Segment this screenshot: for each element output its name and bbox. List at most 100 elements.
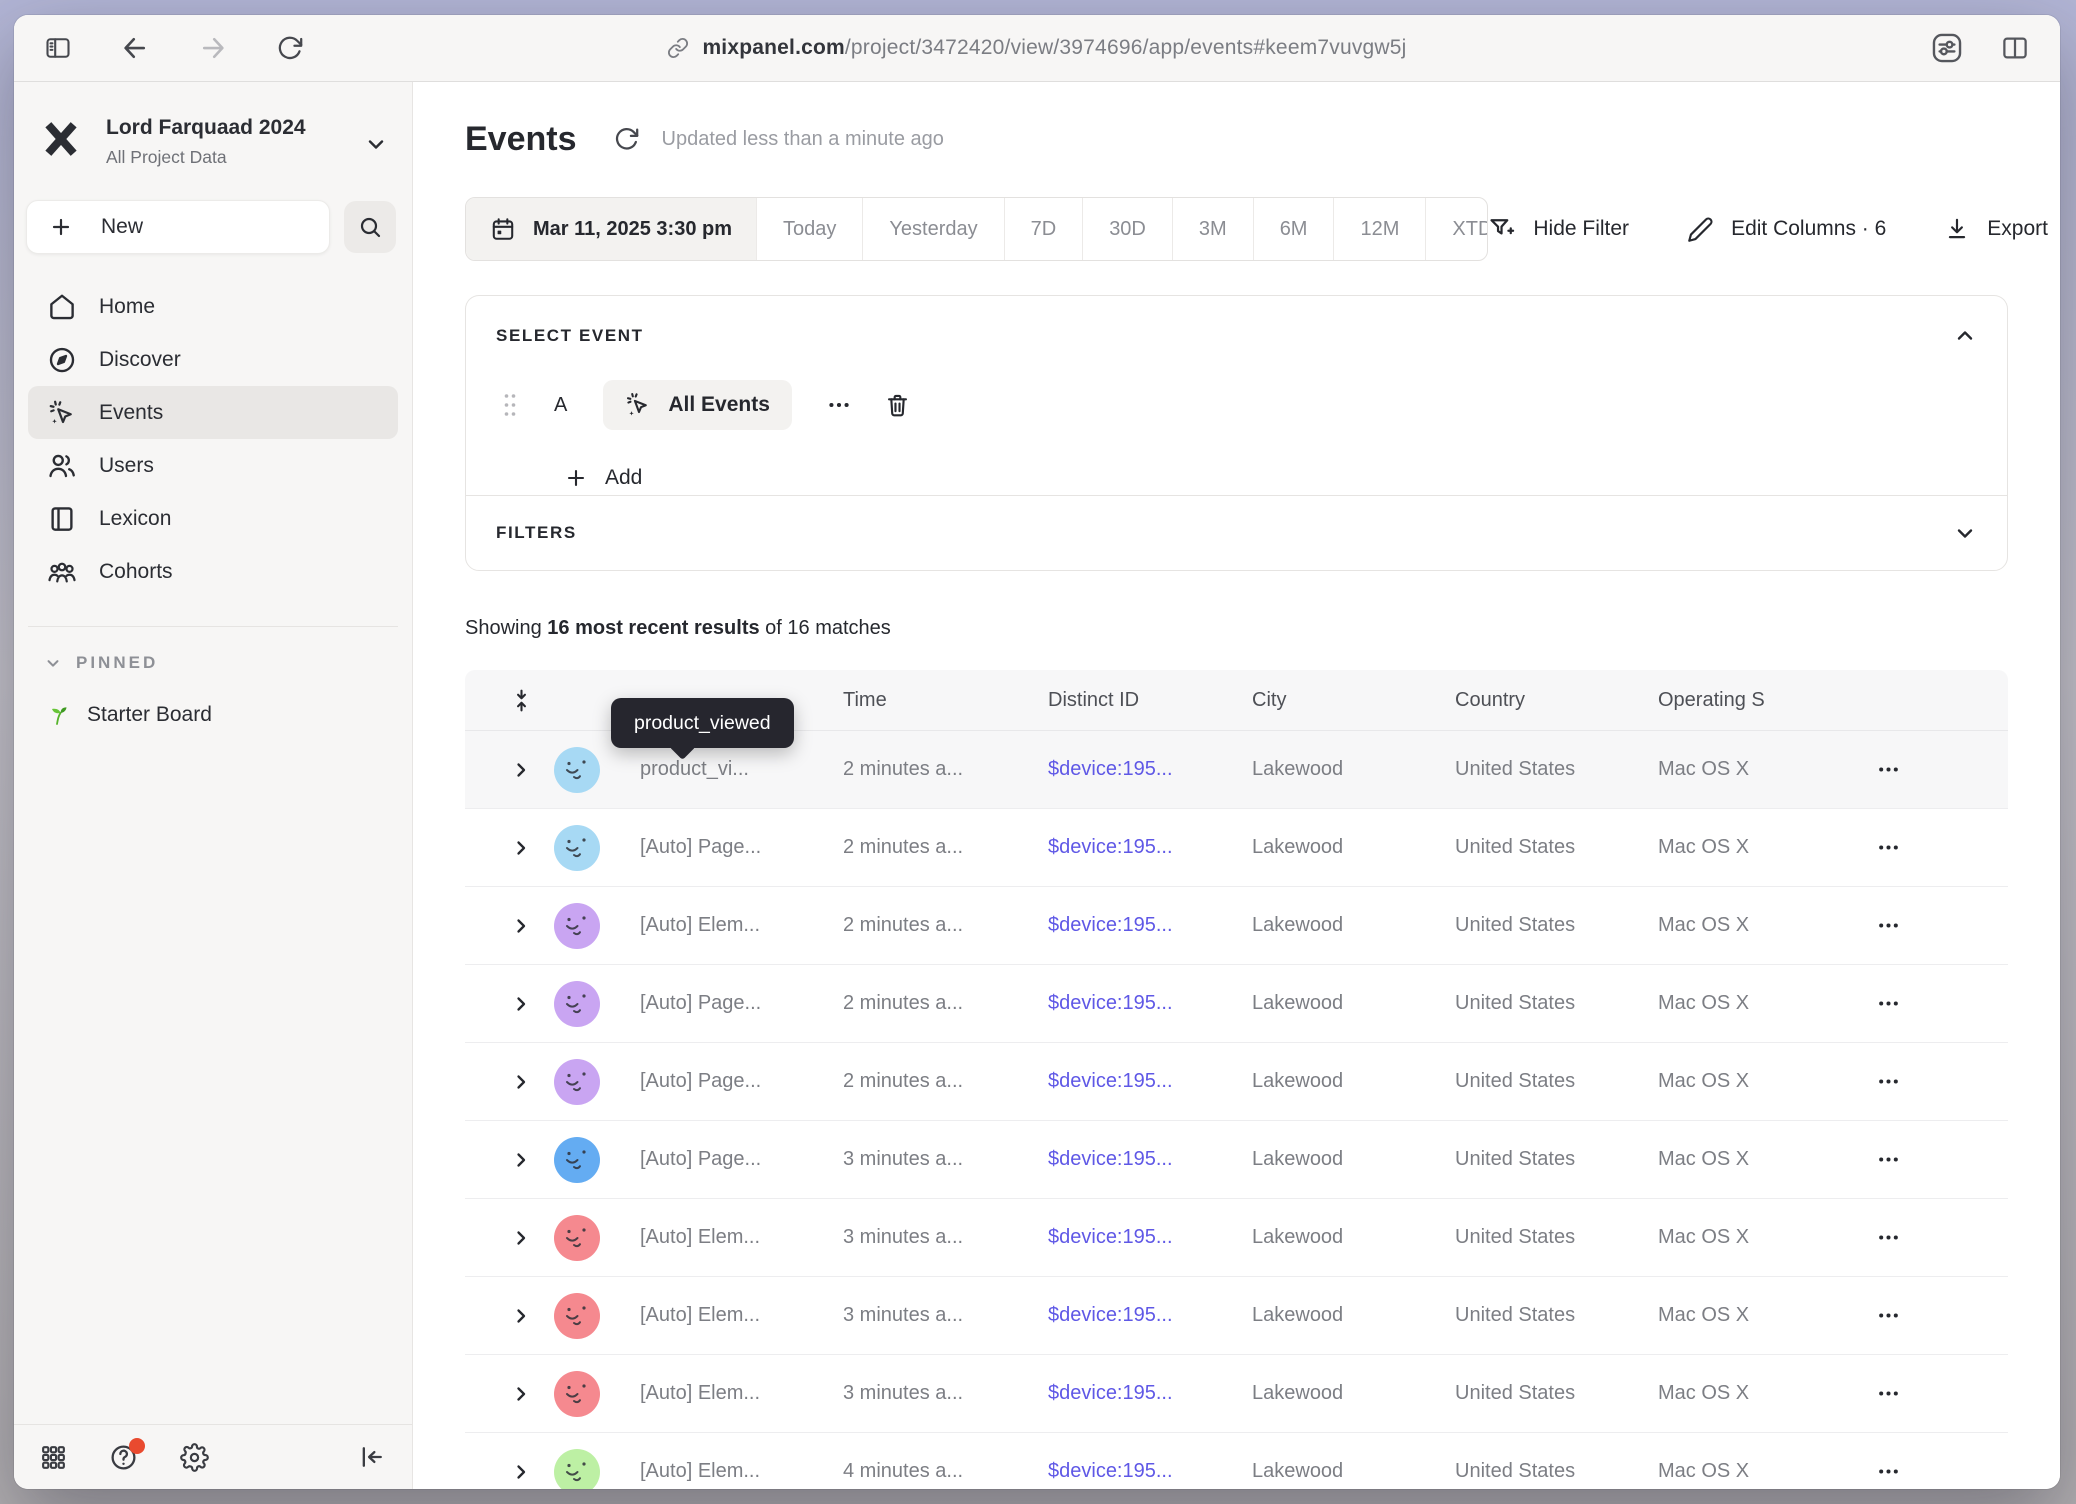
row-expander-icon[interactable] bbox=[465, 992, 535, 1016]
split-view-icon[interactable] bbox=[2000, 33, 2030, 63]
row-expander-icon[interactable] bbox=[465, 758, 535, 782]
distinct-id-link[interactable]: $device:195... bbox=[1048, 1148, 1252, 1171]
new-button[interactable]: New bbox=[26, 200, 330, 254]
row-expander-icon[interactable] bbox=[465, 914, 535, 938]
distinct-id-link[interactable]: $device:195... bbox=[1048, 914, 1252, 937]
hide-filter-button[interactable]: Hide Filter bbox=[1488, 215, 1629, 243]
row-actions-button[interactable] bbox=[1865, 1458, 2008, 1485]
range-today[interactable]: Today bbox=[756, 198, 862, 260]
filters-panel[interactable]: FILTERS bbox=[465, 495, 2008, 571]
event-time: 2 minutes a... bbox=[843, 836, 1048, 859]
row-actions-button[interactable] bbox=[1865, 1224, 2008, 1251]
range-30d[interactable]: 30D bbox=[1082, 198, 1172, 260]
collapse-all-rows-icon[interactable] bbox=[465, 688, 535, 713]
chevron-up-icon[interactable] bbox=[1953, 324, 1977, 348]
row-actions-button[interactable] bbox=[1865, 756, 2008, 783]
range-yesterday[interactable]: Yesterday bbox=[862, 198, 1003, 260]
event-name: [Auto] Elem... bbox=[640, 1382, 774, 1405]
sidebar-item-lexicon[interactable]: Lexicon bbox=[28, 492, 398, 545]
row-expander-icon[interactable] bbox=[465, 1226, 535, 1250]
distinct-id-link[interactable]: $device:195... bbox=[1048, 1304, 1252, 1327]
row-actions-button[interactable] bbox=[1865, 1380, 2008, 1407]
range-7d[interactable]: 7D bbox=[1004, 198, 1083, 260]
delete-event-icon[interactable] bbox=[884, 392, 911, 419]
sidebar-item-label: Home bbox=[99, 295, 155, 319]
reload-icon[interactable] bbox=[276, 35, 303, 62]
seedling-icon bbox=[46, 703, 70, 727]
distinct-id-link[interactable]: $device:195... bbox=[1048, 1070, 1252, 1093]
row-actions-button[interactable] bbox=[1865, 990, 2008, 1017]
table-row[interactable]: [Auto] Page...2 minutes a...$device:195.… bbox=[465, 1043, 2008, 1121]
row-actions-button[interactable] bbox=[1865, 834, 2008, 861]
row-expander-icon[interactable] bbox=[465, 1304, 535, 1328]
event-avatar bbox=[554, 1449, 600, 1490]
browser-sidebar-toggle-icon[interactable] bbox=[44, 34, 72, 62]
row-expander-icon[interactable] bbox=[465, 1070, 535, 1094]
page-settings-icon[interactable] bbox=[1930, 31, 1964, 65]
table-row[interactable]: [Auto] Elem...3 minutes a...$device:195.… bbox=[465, 1199, 2008, 1277]
collapse-sidebar-icon[interactable] bbox=[358, 1443, 386, 1471]
project-switcher[interactable]: Lord Farquaad 2024 All Project Data bbox=[14, 82, 412, 168]
event-more-options-icon[interactable] bbox=[826, 392, 852, 418]
row-actions-button[interactable] bbox=[1865, 912, 2008, 939]
range-12m[interactable]: 12M bbox=[1333, 198, 1425, 260]
range-xtd[interactable]: XTD bbox=[1425, 198, 1488, 260]
event-avatar bbox=[554, 903, 600, 949]
column-header-time[interactable]: Time bbox=[843, 689, 1048, 712]
distinct-id-link[interactable]: $device:195... bbox=[1048, 992, 1252, 1015]
export-button[interactable]: Export bbox=[1944, 216, 2048, 242]
column-header-city[interactable]: City bbox=[1252, 689, 1455, 712]
row-expander-icon[interactable] bbox=[465, 1148, 535, 1172]
back-icon[interactable] bbox=[120, 33, 150, 63]
distinct-id-link[interactable]: $device:195... bbox=[1048, 1382, 1252, 1405]
row-actions-button[interactable] bbox=[1865, 1302, 2008, 1329]
sidebar-item-home[interactable]: Home bbox=[28, 280, 398, 333]
sidebar-item-cohorts[interactable]: Cohorts bbox=[28, 545, 398, 598]
event-country: United States bbox=[1455, 758, 1658, 781]
table-row[interactable]: [Auto] Page...2 minutes a...$device:195.… bbox=[465, 809, 2008, 887]
column-header-distinct-id[interactable]: Distinct ID bbox=[1048, 689, 1252, 712]
distinct-id-link[interactable]: $device:195... bbox=[1048, 836, 1252, 859]
table-row[interactable]: [Auto] Elem...2 minutes a...$device:195.… bbox=[465, 887, 2008, 965]
search-button[interactable] bbox=[344, 201, 396, 253]
sidebar-item-events[interactable]: Events bbox=[28, 386, 398, 439]
date-picker[interactable]: Mar 11, 2025 3:30 pm bbox=[466, 198, 756, 260]
event-os: Mac OS X bbox=[1658, 1304, 1865, 1327]
edit-columns-button[interactable]: Edit Columns · 6 bbox=[1687, 216, 1886, 243]
add-event-button[interactable]: Add bbox=[564, 466, 2007, 490]
distinct-id-link[interactable]: $device:195... bbox=[1048, 758, 1252, 781]
row-actions-button[interactable] bbox=[1865, 1068, 2008, 1095]
table-row[interactable]: [Auto] Elem...4 minutes a...$device:195.… bbox=[465, 1433, 2008, 1489]
sidebar-item-starter-board[interactable]: Starter Board bbox=[46, 703, 412, 727]
table-row[interactable]: [Auto] Page...2 minutes a...$device:195.… bbox=[465, 965, 2008, 1043]
range-6m[interactable]: 6M bbox=[1253, 198, 1334, 260]
address-bar[interactable]: mixpanel.com/project/3472420/view/397469… bbox=[14, 36, 2060, 60]
sidebar-item-discover[interactable]: Discover bbox=[28, 333, 398, 386]
table-row[interactable]: [Auto] Page...3 minutes a...$device:195.… bbox=[465, 1121, 2008, 1199]
refresh-icon[interactable] bbox=[613, 126, 640, 153]
event-selector-chip[interactable]: All Events bbox=[603, 380, 792, 430]
distinct-id-link[interactable]: $device:195... bbox=[1048, 1460, 1252, 1483]
table-row[interactable]: [Auto] Elem...3 minutes a...$device:195.… bbox=[465, 1355, 2008, 1433]
notification-badge bbox=[129, 1438, 145, 1454]
column-header-country[interactable]: Country bbox=[1455, 689, 1658, 712]
sidebar-item-users[interactable]: Users bbox=[28, 439, 398, 492]
column-header-operating-s[interactable]: Operating S bbox=[1658, 689, 1865, 712]
row-expander-icon[interactable] bbox=[465, 836, 535, 860]
sidebar-item-label: Events bbox=[99, 401, 163, 425]
row-expander-icon[interactable] bbox=[465, 1460, 535, 1484]
pinned-section-header[interactable]: PINNED bbox=[44, 653, 412, 673]
table-row[interactable]: [Auto] Elem...3 minutes a...$device:195.… bbox=[465, 1277, 2008, 1355]
event-time: 3 minutes a... bbox=[843, 1226, 1048, 1249]
range-3m[interactable]: 3M bbox=[1172, 198, 1253, 260]
row-expander-icon[interactable] bbox=[465, 1382, 535, 1406]
event-os: Mac OS X bbox=[1658, 1070, 1865, 1093]
help-button[interactable] bbox=[109, 1443, 138, 1472]
chevron-down-icon[interactable] bbox=[1953, 521, 1977, 545]
apps-grid-icon[interactable] bbox=[40, 1444, 67, 1471]
distinct-id-link[interactable]: $device:195... bbox=[1048, 1226, 1252, 1249]
row-actions-button[interactable] bbox=[1865, 1146, 2008, 1173]
settings-gear-icon[interactable] bbox=[180, 1443, 209, 1472]
drag-handle-icon[interactable] bbox=[502, 392, 518, 418]
event-city: Lakewood bbox=[1252, 914, 1455, 937]
